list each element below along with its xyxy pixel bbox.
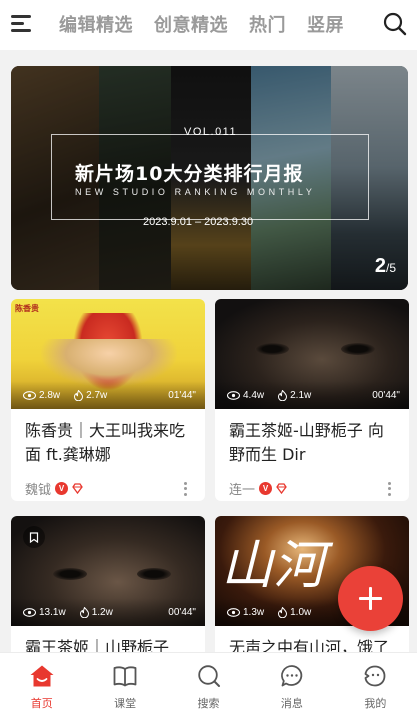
tab-creative-picks[interactable]: 创意精选 <box>154 11 228 37</box>
bottom-nav-bar: 首页 课堂 搜索 消息 我的 <box>0 652 417 715</box>
nav-label: 我的 <box>364 697 387 710</box>
tab-editor-picks[interactable]: 编辑精选 <box>59 11 133 37</box>
views-count: 2.8w <box>39 389 61 401</box>
video-card[interactable]: 13.1w 1.2w 00'44" 霸王茶姬｜山野栀子 <box>11 516 205 666</box>
thumb-brand-label: 陈香贵 <box>15 304 39 313</box>
views-count: 13.1w <box>39 606 66 618</box>
search-icon <box>196 663 222 689</box>
video-stats: 2.8w 2.7w 01'44" <box>11 381 205 409</box>
nav-home[interactable]: 首页 <box>0 653 83 715</box>
likes-count: 2.7w <box>86 389 108 401</box>
video-title: 陈香贵｜大王叫我来吃面 ft.龚琳娜 <box>25 421 186 464</box>
nav-profile[interactable]: 我的 <box>334 653 417 715</box>
video-meta: 魏钺 V <box>11 471 205 501</box>
views-icon <box>23 607 36 617</box>
likes-count: 2.1w <box>290 389 312 401</box>
featured-banner[interactable]: VOL.011 新片场10大分类排行月报 NEW STUDIO RANKING … <box>11 66 408 290</box>
nav-classroom[interactable]: 课堂 <box>83 653 166 715</box>
video-duration: 00'44" <box>168 606 196 618</box>
views-icon <box>227 607 240 617</box>
banner-pager: 2/5 <box>375 255 396 278</box>
views-count: 1.3w <box>243 606 265 618</box>
views-count: 4.4w <box>243 389 265 401</box>
video-stats: 13.1w 1.2w 00'44" <box>11 598 205 626</box>
flame-icon <box>278 606 288 618</box>
nav-label: 消息 <box>280 697 303 710</box>
views-icon <box>227 390 240 400</box>
pager-total: 5 <box>389 261 396 275</box>
video-thumbnail: 4.4w 2.1w 00'44" <box>215 299 409 409</box>
likes-count: 1.2w <box>91 606 113 618</box>
video-thumbnail: 13.1w 1.2w 00'44" <box>11 516 205 626</box>
more-options-icon[interactable] <box>383 481 395 497</box>
video-stats: 4.4w 2.1w 00'44" <box>215 381 409 409</box>
bookmark-icon[interactable] <box>23 526 45 548</box>
profile-icon <box>362 663 388 689</box>
hamburger-menu-icon[interactable] <box>11 15 33 33</box>
message-icon <box>279 663 305 689</box>
video-duration: 00'44" <box>372 389 400 401</box>
author-name[interactable]: 魏钺 <box>25 479 51 498</box>
book-icon <box>112 663 138 689</box>
banner-title: 新片场10大分类排行月报 <box>75 163 304 185</box>
flame-icon <box>74 389 84 401</box>
views-icon <box>23 390 36 400</box>
video-title: 霸王茶姬-山野栀子 向野而生 Dir <box>229 421 384 464</box>
video-thumbnail: 陈香贵 2.8w 2.7w 01'44" <box>11 299 205 409</box>
flame-icon <box>79 606 89 618</box>
banner-volume: VOL.011 <box>184 126 238 138</box>
more-options-icon[interactable] <box>179 481 191 497</box>
nav-messages[interactable]: 消息 <box>250 653 333 715</box>
create-plus-button[interactable] <box>338 566 403 631</box>
search-icon[interactable] <box>383 12 407 36</box>
verified-badge-icon: V <box>55 482 69 495</box>
home-icon <box>29 663 55 689</box>
diamond-icon <box>72 483 83 495</box>
verified-badge-icon: V <box>259 482 273 495</box>
thumb-title-text: 山河 <box>221 536 326 596</box>
category-tabs: 编辑精选 创意精选 热门 竖屏 <box>59 11 344 37</box>
nav-label: 首页 <box>30 697 53 710</box>
nav-label: 搜索 <box>197 697 220 710</box>
author-name[interactable]: 连一 <box>229 479 255 498</box>
video-card[interactable]: 陈香贵 2.8w 2.7w 01'44" 陈香贵｜大王叫我来吃面 ft.龚琳娜 … <box>11 299 205 501</box>
banner-subtitle: NEW STUDIO RANKING MONTHLY <box>75 187 316 197</box>
flame-icon <box>278 389 288 401</box>
pager-current: 2 <box>374 255 386 277</box>
top-nav-bar: 编辑精选 创意精选 热门 竖屏 <box>0 0 417 50</box>
video-meta: 连一 V <box>215 471 409 501</box>
likes-count: 1.0w <box>290 606 312 618</box>
video-card[interactable]: 4.4w 2.1w 00'44" 霸王茶姬-山野栀子 向野而生 Dir 连一 V <box>215 299 409 501</box>
nav-label: 课堂 <box>114 697 137 710</box>
tab-vertical[interactable]: 竖屏 <box>307 11 344 37</box>
nav-search[interactable]: 搜索 <box>167 653 250 715</box>
diamond-icon <box>276 483 287 495</box>
video-duration: 01'44" <box>168 389 196 401</box>
tab-hot[interactable]: 热门 <box>249 11 286 37</box>
banner-date-range: 2023.9.01 – 2023.9.30 <box>143 216 254 228</box>
